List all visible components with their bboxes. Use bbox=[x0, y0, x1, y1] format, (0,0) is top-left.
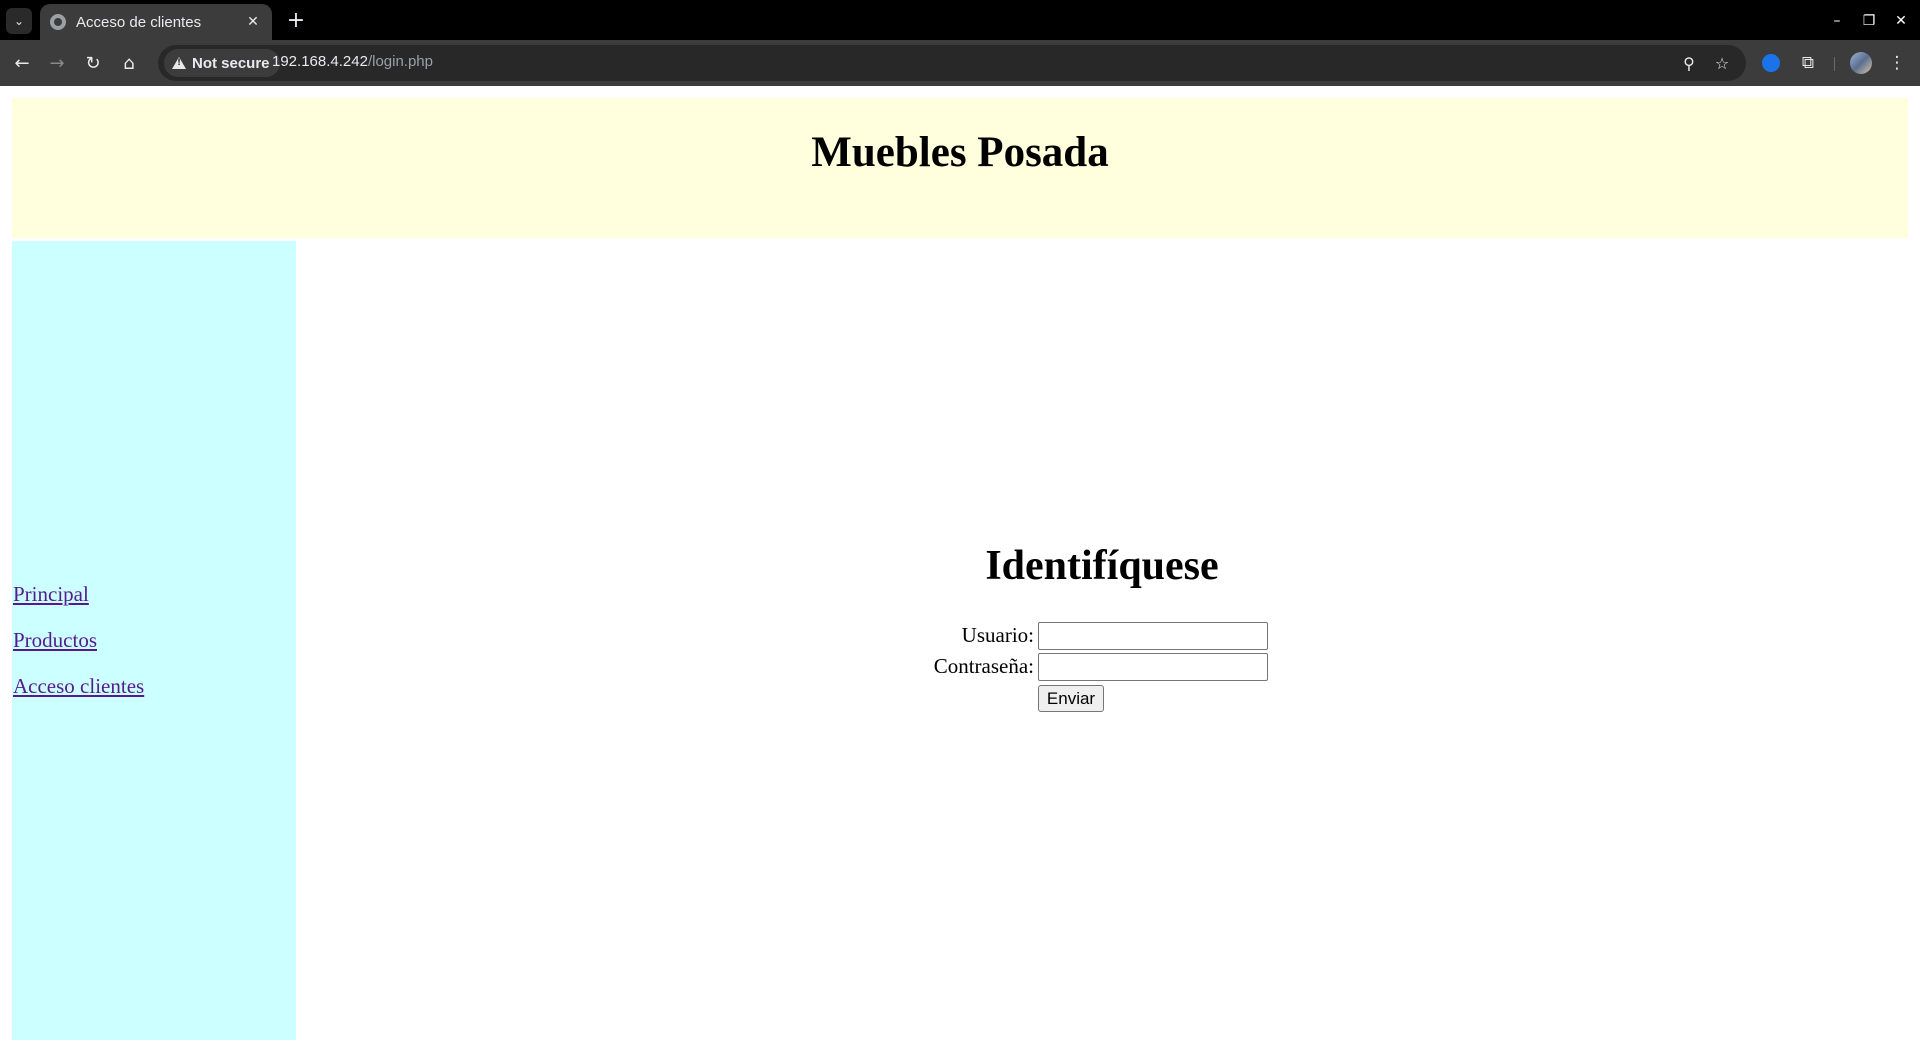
site-header: Muebles Posada bbox=[12, 98, 1908, 238]
nav-link-productos[interactable]: Productos bbox=[13, 628, 97, 653]
browser-tab-active[interactable]: Acceso de clientes ✕ bbox=[40, 4, 272, 40]
security-indicator[interactable]: Not secure bbox=[164, 49, 280, 77]
login-heading: Identifíquese bbox=[985, 543, 1219, 589]
nav-link-acceso-clientes[interactable]: Acceso clientes bbox=[13, 674, 144, 699]
profile-avatar-icon[interactable] bbox=[1846, 48, 1876, 78]
avatar bbox=[1850, 52, 1872, 74]
new-tab-plus-icon[interactable]: + bbox=[282, 6, 310, 34]
security-label: Not secure bbox=[192, 54, 270, 72]
username-label: Usuario: bbox=[961, 623, 1034, 647]
url-host: 192.168.4.242 bbox=[272, 53, 368, 70]
tab-title: Acceso de clientes bbox=[76, 13, 202, 31]
home-icon[interactable]: ⌂ bbox=[114, 48, 144, 78]
address-bar[interactable]: Not secure 192.168.4.242/login.php ⚲ ☆ bbox=[158, 45, 1746, 81]
extension-badge-icon bbox=[1762, 54, 1780, 72]
browser-menu-kebab-icon[interactable]: ⋮ bbox=[1882, 48, 1912, 78]
extension-blue-icon[interactable] bbox=[1756, 48, 1786, 78]
nav-link-principal[interactable]: Principal bbox=[13, 582, 89, 607]
window-minimize-icon[interactable]: – bbox=[1822, 8, 1852, 34]
tab-close-icon[interactable]: ✕ bbox=[244, 14, 262, 30]
forward-arrow-icon[interactable]: → bbox=[42, 48, 72, 78]
extensions-puzzle-icon[interactable]: ⧉ bbox=[1793, 48, 1823, 78]
username-input[interactable] bbox=[1038, 622, 1268, 650]
submit-button[interactable]: Enviar bbox=[1038, 685, 1104, 712]
url-text[interactable]: 192.168.4.242/login.php bbox=[272, 53, 433, 70]
warning-triangle-icon bbox=[172, 57, 186, 69]
globe-favicon-icon bbox=[50, 14, 66, 30]
toolbar-divider bbox=[1834, 57, 1835, 71]
bookmark-star-icon[interactable]: ☆ bbox=[1709, 50, 1735, 76]
window-close-icon[interactable]: ✕ bbox=[1886, 8, 1916, 34]
password-label: Contraseña: bbox=[933, 654, 1034, 678]
tab-search-chevron-down-icon[interactable]: ⌄ bbox=[6, 8, 32, 34]
browser-toolbar: ← → ↻ ⌂ Not secure 192.168.4.242/login.p… bbox=[0, 40, 1920, 86]
sidebar-nav: Principal Productos Acceso clientes bbox=[12, 241, 296, 1040]
reload-icon[interactable]: ↻ bbox=[78, 48, 108, 78]
url-path: /login.php bbox=[367, 53, 433, 70]
password-input[interactable] bbox=[1038, 653, 1268, 681]
site-title: Muebles Posada bbox=[811, 128, 1109, 176]
back-arrow-icon[interactable]: ← bbox=[7, 48, 37, 78]
zoom-magnifier-icon[interactable]: ⚲ bbox=[1676, 50, 1702, 76]
window-restore-icon[interactable]: ❐ bbox=[1854, 8, 1884, 34]
browser-tab-bar: ⌄ Acceso de clientes ✕ + – ❐ ✕ bbox=[0, 0, 1920, 40]
